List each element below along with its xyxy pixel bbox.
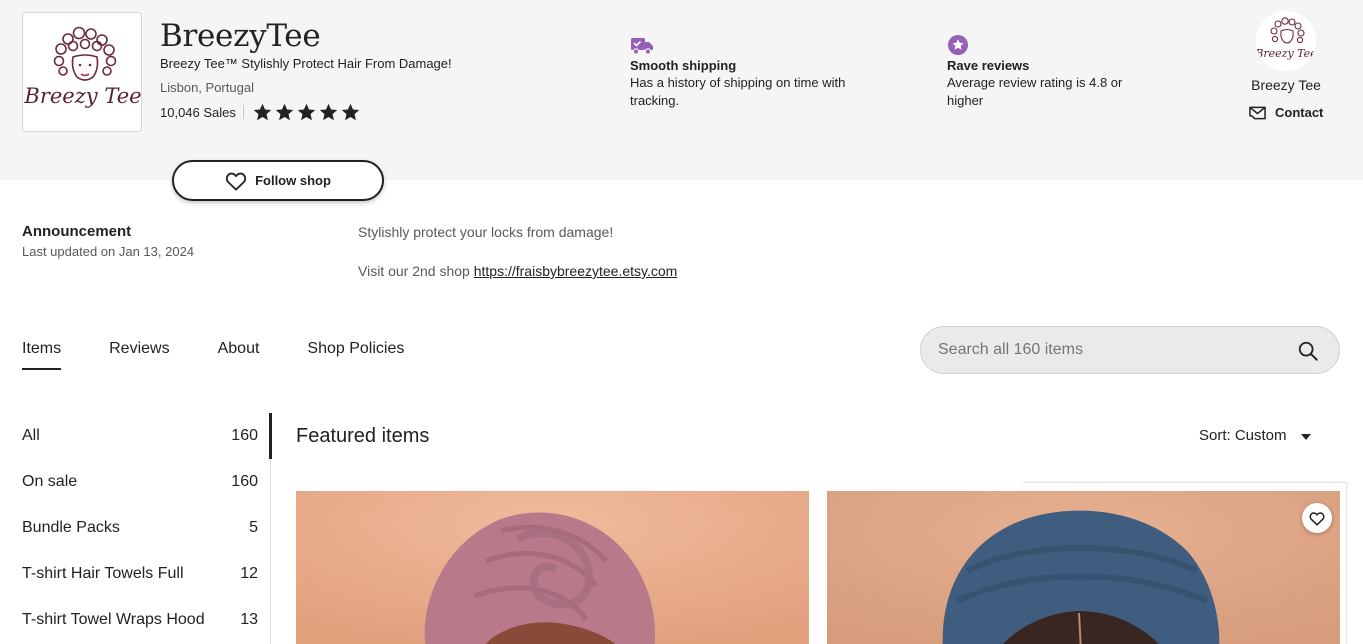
perk-rave-reviews: Rave reviews Average review rating is 4.… [947, 34, 1162, 110]
perk-title: Smooth shipping [630, 58, 737, 73]
tab-reviews[interactable]: Reviews [109, 340, 169, 370]
announcement-second-shop: Visit our 2nd shop https://fraisbybreezy… [358, 263, 677, 279]
envelope-icon [1249, 106, 1266, 119]
sales-rating-row: 10,046 Sales [160, 101, 361, 123]
sort-label: Sort: Custom [1199, 427, 1287, 444]
search-input[interactable] [921, 327, 1281, 373]
section-sidebar: All 160 On sale 160 Bundle Packs 5 T-shi… [22, 413, 258, 643]
sidebar-item-count: 160 [231, 427, 258, 444]
sidebar-item-on-sale[interactable]: On sale 160 [22, 459, 258, 505]
caret-down-icon [1300, 433, 1311, 440]
star-icon [341, 103, 360, 120]
owner-name: Breezy Tee [1251, 77, 1321, 93]
star-icon [253, 103, 272, 120]
divider [242, 105, 244, 119]
tab-items[interactable]: Items [22, 340, 62, 370]
sidebar-item-tshirt-hair-towels-full[interactable]: T-shirt Hair Towels Full 12 [22, 551, 258, 597]
svg-text:Breezy Tee: Breezy Tee [23, 84, 141, 108]
heart-icon [1309, 511, 1325, 526]
announcement-text: Stylishly protect your locks from damage… [358, 224, 614, 240]
announcement-prefix: Visit our 2nd shop [358, 263, 470, 279]
tab-about[interactable]: About [218, 340, 260, 370]
sidebar-item-count: 5 [249, 519, 258, 536]
sidebar-item-all[interactable]: All 160 [22, 413, 258, 459]
owner-avatar[interactable]: Breezy Tee [1256, 11, 1316, 71]
star-rating[interactable] [252, 102, 361, 123]
star-badge-icon [948, 35, 968, 55]
tab-shop-policies[interactable]: Shop Policies [307, 340, 404, 370]
heart-icon [225, 172, 247, 191]
announcement-updated: Last updated on Jan 13, 2024 [22, 244, 195, 259]
announcement-title: Announcement [22, 223, 132, 240]
listing-card[interactable] [827, 491, 1340, 644]
sort-dropdown[interactable]: Sort: Custom [1199, 427, 1311, 444]
sidebar-item-count: 13 [240, 611, 258, 628]
shop-logo[interactable]: Breezy Tee [22, 12, 142, 132]
svg-text:Breezy Tee: Breezy Tee [1256, 47, 1316, 60]
sidebar-item-label: Bundle Packs [22, 519, 120, 536]
second-shop-link[interactable]: https://fraisbybreezytee.etsy.com [474, 263, 678, 279]
listing-image [827, 491, 1340, 644]
sidebar-item-label: T-shirt Towel Wraps Hood [22, 611, 205, 628]
contact-button[interactable]: Contact [1249, 105, 1323, 120]
sidebar-item-bundle-packs[interactable]: Bundle Packs 5 [22, 505, 258, 551]
sidebar-item-count: 160 [231, 473, 258, 490]
search-icon[interactable] [1297, 340, 1319, 362]
star-icon [275, 103, 294, 120]
shop-name: BreezyTee [160, 18, 321, 54]
sidebar-item-tshirt-towel-wraps-hood[interactable]: T-shirt Towel Wraps Hood 13 [22, 597, 258, 643]
listing-image [296, 491, 809, 644]
perk-smooth-shipping: Smooth shipping Has a history of shippin… [630, 34, 890, 110]
search-bar [920, 326, 1340, 374]
follow-shop-label: Follow shop [255, 173, 331, 188]
truck-icon [631, 38, 653, 55]
perk-description: Has a history of shipping on time with t… [630, 75, 846, 108]
follow-shop-button[interactable]: Follow shop [172, 160, 384, 201]
sidebar-item-label: On sale [22, 473, 78, 490]
star-icon [297, 103, 316, 120]
perk-title: Rave reviews [947, 58, 1030, 73]
perk-description: Average review rating is 4.8 or higher [947, 75, 1123, 108]
favorite-button[interactable] [1302, 503, 1332, 533]
star-icon [319, 103, 338, 120]
shop-tabs: Items Reviews About Shop Policies [22, 340, 452, 370]
shop-location: Lisbon, Portugal [160, 80, 254, 95]
sidebar-item-count: 12 [240, 565, 258, 582]
sales-count: 10,046 Sales [160, 104, 236, 120]
contact-label: Contact [1275, 105, 1324, 120]
featured-items-title: Featured items [296, 425, 430, 447]
sidebar-active-indicator [269, 413, 272, 459]
shop-tagline: Breezy Tee™ Stylishly Protect Hair From … [160, 56, 452, 71]
sidebar-item-label: T-shirt Hair Towels Full [22, 565, 184, 582]
sidebar-item-label: All [22, 427, 40, 444]
listing-card[interactable] [296, 491, 809, 644]
